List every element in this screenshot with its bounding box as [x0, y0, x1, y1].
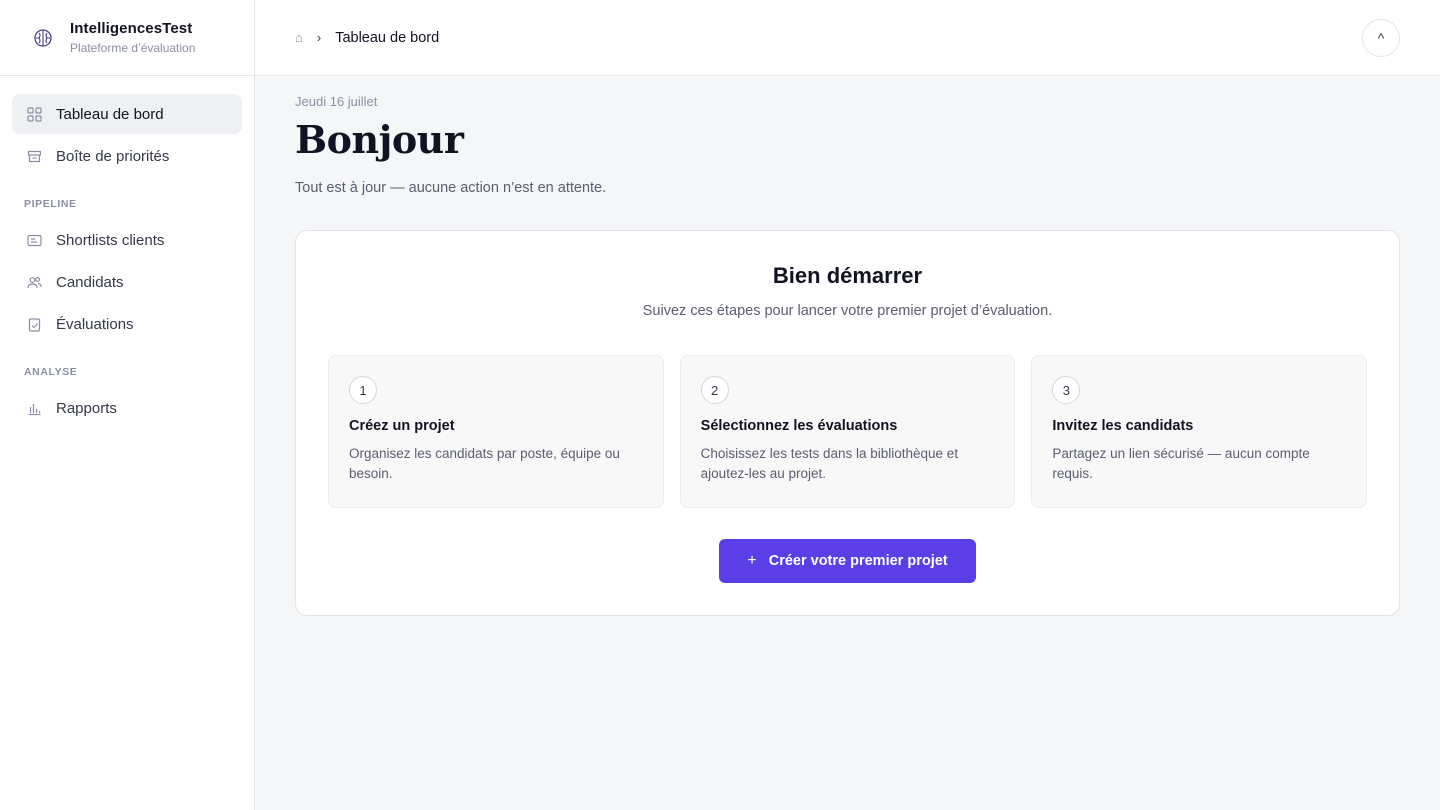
sidebar-item-label: Évaluations [56, 315, 134, 333]
brand-name: IntelligencesTest [70, 20, 193, 37]
step-title: Invitez les candidats [1052, 418, 1194, 434]
top-bar: ⌂ › Tableau de bord ^ [255, 0, 1440, 76]
onboarding-card: Bien démarrer Suivez ces étapes pour lan… [295, 230, 1400, 616]
step-card: 3 Invitez les candidats Partagez un lien… [1031, 355, 1368, 508]
clipboard-check-icon [26, 316, 42, 332]
sidebar-item-label: Tableau de bord [56, 105, 164, 123]
step-description: Partagez un lien sécurisé — aucun compte… [1052, 446, 1310, 481]
grid-icon [26, 106, 42, 122]
section-title-analyse: ANALYSE [24, 366, 78, 378]
bar-chart-icon [26, 400, 42, 416]
brand-subtitle: Plateforme d’évaluation [70, 41, 196, 55]
breadcrumb-current: Tableau de bord [335, 29, 440, 46]
step-card: 1 Créez un projet Organisez les candidat… [328, 355, 664, 508]
status-message: Tout est à jour — aucune action n’est en… [295, 180, 607, 196]
list-card-icon [26, 232, 42, 248]
brand: IntelligencesTest Plateforme d’évaluatio… [0, 0, 254, 76]
chevron-up-icon: ^ [1377, 30, 1385, 46]
step-description: Organisez les candidats par poste, équip… [349, 446, 620, 481]
create-project-label: Créer votre premier projet [768, 553, 948, 569]
step-number: 1 [349, 376, 377, 404]
sidebar-item-priority-box[interactable]: Boîte de priorités [12, 136, 242, 176]
current-date: Jeudi 16 juillet [295, 94, 378, 109]
sidebar-item-label: Shortlists clients [56, 231, 165, 249]
sidebar-item-shortlists[interactable]: Shortlists clients [12, 220, 242, 260]
onboarding-subtitle: Suivez ces étapes pour lancer votre prem… [642, 303, 1053, 319]
step-title: Sélectionnez les évaluations [700, 418, 898, 434]
brain-logo-icon [32, 27, 54, 49]
users-icon [26, 274, 42, 290]
onboarding-title: Bien démarrer [772, 263, 923, 288]
section-title-pipeline: PIPELINE [24, 198, 77, 210]
collapse-button[interactable]: ^ [1362, 19, 1400, 57]
sidebar-item-label: Candidats [56, 273, 124, 291]
sidebar-item-candidates[interactable]: Candidats [12, 262, 242, 302]
sidebar-item-evaluations[interactable]: Évaluations [12, 304, 242, 344]
sidebar-item-reports[interactable]: Rapports [12, 388, 242, 428]
step-number: 2 [700, 376, 729, 404]
step-card: 2 Sélectionnez les évaluations Choisisse… [679, 355, 1016, 508]
home-icon[interactable]: ⌂ [295, 30, 303, 45]
sidebar: IntelligencesTest Plateforme d’évaluatio… [0, 0, 255, 810]
main-content: Jeudi 16 juillet Bonjour Tout est à jour… [295, 76, 1400, 616]
step-title: Créez un projet [349, 418, 455, 434]
sidebar-item-dashboard[interactable]: Tableau de bord [12, 94, 242, 134]
step-description: Choisissez les tests dans la bibliothèqu… [700, 446, 959, 481]
onboarding-steps: 1 Créez un projet Organisez les candidat… [296, 355, 1399, 508]
plus-icon: + [747, 552, 757, 569]
sidebar-item-label: Rapports [56, 399, 117, 417]
chevron-right-icon: › [316, 30, 322, 45]
page-title: Bonjour [295, 117, 464, 162]
create-first-project-button[interactable]: + Créer votre premier projet [719, 539, 976, 583]
sidebar-item-label: Boîte de priorités [56, 147, 170, 165]
inbox-icon [26, 148, 42, 164]
step-number: 3 [1052, 376, 1081, 404]
sidebar-nav: Tableau de bord Boîte de priorités PIPEL… [0, 76, 254, 428]
